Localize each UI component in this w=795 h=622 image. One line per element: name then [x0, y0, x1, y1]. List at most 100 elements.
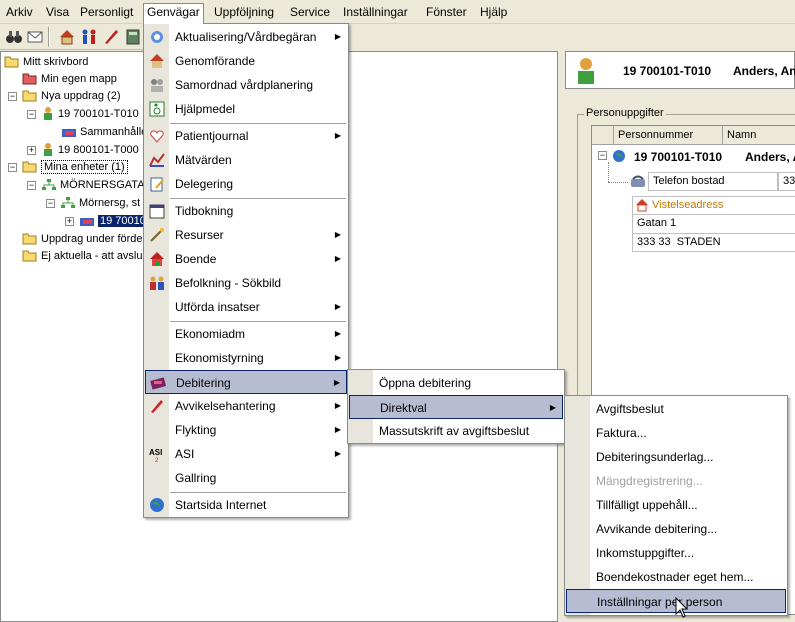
- tree-item[interactable]: 19 700101-T010: [41, 106, 139, 122]
- menu-item-utforda-insatser[interactable]: Utförda insatser ▶: [145, 295, 347, 319]
- menu-label: Gallring: [175, 471, 217, 485]
- menu-item-asi[interactable]: ASI 2 ASI ▶: [145, 442, 347, 466]
- tree-item[interactable]: Sammanhålle: [61, 124, 147, 140]
- mail-icon[interactable]: [26, 28, 44, 45]
- menu-item-direktval[interactable]: Direktval ▶: [349, 395, 563, 419]
- collapse-toggle[interactable]: −: [8, 163, 17, 172]
- menu-item-faktura[interactable]: Faktura...: [566, 421, 786, 445]
- menu-item-resurser[interactable]: Resurser ▶: [145, 223, 347, 247]
- expand-toggle[interactable]: +: [27, 146, 36, 155]
- wheelchair-icon: [149, 101, 165, 117]
- menu-installningar[interactable]: Inställningar: [340, 4, 411, 21]
- tree-item-mitt-skrivbord[interactable]: Mitt skrivbord: [4, 54, 88, 70]
- red-folder-icon: [22, 73, 37, 85]
- direktval-submenu: Avgiftsbeslut Faktura... Debiteringsunde…: [564, 395, 788, 616]
- menu-personligt[interactable]: Personligt: [77, 4, 136, 21]
- phone-value: 3333: [783, 175, 795, 187]
- menu-item-tidbokning[interactable]: Tidbokning: [145, 199, 347, 223]
- collapse-toggle[interactable]: −: [27, 181, 36, 190]
- menu-service[interactable]: Service: [287, 4, 333, 21]
- tree-label: MÖRNERSGATAN: [60, 179, 153, 191]
- menu-item-ekonomiadm[interactable]: Ekonomiadm ▶: [145, 322, 347, 346]
- menu-hjalp[interactable]: Hjälp: [477, 4, 510, 21]
- menu-item-avgiftsbeslut[interactable]: Avgiftsbeslut: [566, 397, 786, 421]
- globe-icon: [613, 150, 625, 162]
- home-icon[interactable]: [58, 28, 76, 45]
- red-pen-icon: [151, 400, 163, 413]
- tree-label: Sammanhålle: [80, 126, 148, 138]
- address-line2: 333 33 STADEN: [637, 236, 721, 248]
- menu-label: Boende: [175, 252, 217, 266]
- tree-label: Mitt skrivbord: [23, 56, 89, 68]
- collapse-toggle[interactable]: −: [598, 151, 607, 160]
- open-folder-icon: [22, 161, 37, 173]
- tree-label: Mörnersg, st: [79, 197, 141, 209]
- menu-item-delegering[interactable]: Delegering: [145, 172, 347, 196]
- tree-item[interactable]: Mörnersg, st: [60, 195, 140, 211]
- menu-item-patientjournal[interactable]: Patientjournal ▶: [145, 124, 347, 148]
- tree-item-selected[interactable]: 19 70010: [79, 213, 148, 229]
- column-header-personnummer[interactable]: Personnummer: [614, 126, 723, 145]
- tree-item[interactable]: Ej aktuella - att avslu: [22, 248, 143, 264]
- tree-item[interactable]: Mina enheter (1): [22, 159, 128, 175]
- menu-item-debitering[interactable]: Debitering ▶: [145, 370, 347, 394]
- house-icon: [636, 199, 648, 212]
- menu-item-boendekostnader[interactable]: Boendekostnader eget hem...: [566, 565, 786, 589]
- row-name[interactable]: Anders, And: [745, 150, 795, 164]
- column-header-namn[interactable]: Namn: [723, 126, 795, 145]
- family-icon[interactable]: [80, 28, 98, 45]
- menu-label: Genomförande: [175, 54, 256, 68]
- tree-label: Ej aktuella - att avslu: [41, 250, 143, 262]
- menu-item-matvarden[interactable]: Mätvärden: [145, 148, 347, 172]
- submenu-arrow-icon: ▶: [334, 302, 341, 311]
- menu-uppfoljning[interactable]: Uppföljning: [211, 4, 277, 21]
- menu-item-startsida-internet[interactable]: Startsida Internet: [145, 493, 347, 517]
- menu-item-avvikande-debitering[interactable]: Avvikande debitering...: [566, 517, 786, 541]
- open-folder-icon: [22, 90, 37, 102]
- card-icon: [62, 129, 76, 137]
- binoculars-icon[interactable]: [5, 28, 23, 45]
- menu-item-samordnad[interactable]: Samordnad vårdplanering: [145, 73, 347, 97]
- tree-item[interactable]: MÖRNERSGATAN: [41, 177, 153, 193]
- menu-item-ekonomistyrning[interactable]: Ekonomistyrning ▶: [145, 346, 347, 370]
- menu-arkiv[interactable]: Arkiv: [3, 4, 36, 21]
- row-pnr[interactable]: 19 700101-T010: [634, 150, 722, 164]
- address-line1: Gatan 1: [637, 217, 677, 229]
- card-icon: [80, 218, 94, 226]
- person-icon: [44, 143, 52, 156]
- menu-item-boende[interactable]: Boende ▶: [145, 247, 347, 271]
- menu-item-debiteringsunderlag[interactable]: Debiteringsunderlag...: [566, 445, 786, 469]
- menu-item-genomforande[interactable]: Genomförande: [145, 49, 347, 73]
- menu-fonster[interactable]: Fönster: [423, 4, 470, 21]
- expand-toggle[interactable]: +: [65, 217, 74, 226]
- pen-icon[interactable]: [102, 28, 120, 45]
- menu-genvagar[interactable]: Genvägar: [143, 3, 204, 24]
- menu-label: Hjälpmedel: [175, 102, 236, 116]
- menu-item-oppna-debitering[interactable]: Öppna debitering: [349, 371, 563, 395]
- tree-item[interactable]: 19 800101-T000: [41, 142, 139, 158]
- phone-label-cell: Telefon bostad: [648, 172, 778, 191]
- house-icon: [150, 54, 164, 68]
- collapse-toggle[interactable]: −: [46, 199, 55, 208]
- tree-item[interactable]: Nya uppdrag (2): [22, 88, 121, 104]
- tree-item[interactable]: Min egen mapp: [22, 71, 117, 87]
- menu-item-hjalpmedel[interactable]: Hjälpmedel: [145, 97, 347, 121]
- menu-item-flykting[interactable]: Flykting ▶: [145, 418, 347, 442]
- menu-item-aktualisering[interactable]: Aktualisering/Vårdbegäran ▶: [145, 25, 347, 49]
- address-line1-row: Gatan 1: [632, 214, 795, 233]
- menu-item-tillfalligt-uppehall[interactable]: Tillfälligt uppehåll...: [566, 493, 786, 517]
- menu-item-massutskrift[interactable]: Massutskrift av avgiftsbeslut: [349, 419, 563, 443]
- submenu-arrow-icon: ▶: [549, 403, 556, 412]
- calculator-icon[interactable]: [124, 28, 142, 45]
- collapse-toggle[interactable]: −: [27, 110, 36, 119]
- menu-label: Debiteringsunderlag...: [596, 450, 714, 464]
- menu-item-inkomstuppgifter[interactable]: Inkomstuppgifter...: [566, 541, 786, 565]
- menu-item-gallring[interactable]: Gallring: [145, 466, 347, 490]
- menu-visa[interactable]: Visa: [43, 4, 72, 21]
- menu-item-avvikelsehantering[interactable]: Avvikelsehantering ▶: [145, 394, 347, 418]
- collapse-toggle[interactable]: −: [8, 92, 17, 101]
- tree-item[interactable]: Uppdrag under förde: [22, 231, 143, 247]
- menu-label: Inkomstuppgifter...: [596, 546, 695, 560]
- menu-item-befolkning[interactable]: Befolkning - Sökbild: [145, 271, 347, 295]
- person-pnr: 19 700101-T010: [623, 64, 712, 78]
